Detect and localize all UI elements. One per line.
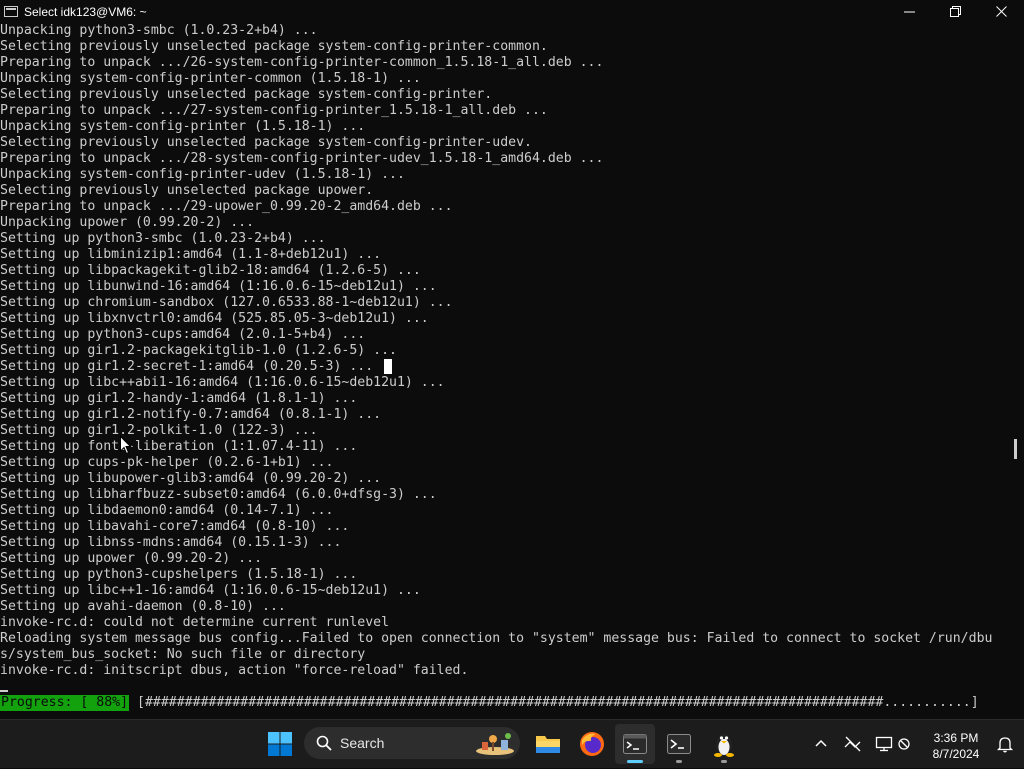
window-titlebar[interactable]: Select idk123@VM6: ~: [0, 0, 1024, 23]
maximize-icon: [949, 6, 961, 17]
terminal-line: Setting up libupower-glib3:amd64 (0.99.2…: [0, 471, 382, 486]
running-app-indicator: [676, 760, 682, 763]
terminal-line: Setting up gir1.2-handy-1:amd64 (1.8.1-1…: [0, 391, 358, 406]
taskbar: Search 3:36 PM 8/7/2024: [0, 719, 1024, 768]
taskbar-search[interactable]: Search: [304, 727, 520, 759]
terminal-lines: Unpacking python3-smbc (1.0.23-2+b4) ...…: [0, 23, 1008, 679]
firefox-icon: [580, 732, 604, 756]
system-clock[interactable]: 3:36 PM 8/7/2024: [928, 730, 984, 762]
text-cursor: [384, 359, 392, 374]
terminal-output[interactable]: Unpacking python3-smbc (1.0.23-2+b4) ...…: [0, 23, 1024, 719]
terminal-line: s/system_bus_socket: No such file or dir…: [0, 647, 366, 662]
clock-time: 3:36 PM: [933, 731, 979, 745]
powershell-icon: [667, 734, 691, 754]
terminal-line: Setting up python3-cupshelpers (1.5.18-1…: [0, 567, 358, 582]
clock-date: 8/7/2024: [932, 747, 980, 761]
terminal-line: Setting up libunwind-16:amd64 (1:16.0.6-…: [0, 279, 437, 294]
display-icon[interactable]: [875, 735, 893, 753]
terminal-line: Setting up libnss-mdns:amd64 (0.15.1-3) …: [0, 535, 342, 550]
terminal-line: Setting up libc++1-16:amd64 (1:16.0.6-15…: [0, 583, 421, 598]
taskbar-linux[interactable]: [704, 724, 744, 764]
terminal-line: Selecting previously unselected package …: [0, 183, 374, 198]
notification-bell-icon[interactable]: [996, 735, 1014, 753]
scrollbar-thumb[interactable]: [1014, 439, 1017, 459]
progress-label: Progress: [ 88%]: [0, 695, 130, 711]
terminal-line: Setting up libpackagekit-glib2-18:amd64 …: [0, 263, 421, 278]
terminal-line: Setting up gir1.2-packagekitglib-1.0 (1.…: [0, 343, 397, 358]
terminal-line: Preparing to unpack .../26-system-config…: [0, 55, 604, 70]
minimize-icon: [903, 11, 915, 13]
terminal-line: Setting up libxnvctrl0:amd64 (525.85.05-…: [0, 311, 429, 326]
terminal-line: Selecting previously unselected package …: [0, 135, 532, 150]
search-label: Search: [340, 735, 385, 751]
terminal-line: Setting up python3-cups:amd64 (2.0.1-5+b…: [0, 327, 366, 342]
terminal-line: Unpacking system-config-printer (1.5.18-…: [0, 119, 366, 134]
terminal-line: Setting up libc++abi1-16:amd64 (1:16.0.6…: [0, 375, 445, 390]
terminal-line: Setting up avahi-daemon (0.8-10) ...: [0, 599, 286, 614]
terminal-line: Setting up gir1.2-secret-1:amd64 (0.20.5…: [0, 359, 374, 374]
terminal-line: Reloading system message bus config...Fa…: [0, 631, 993, 646]
window-title: Select idk123@VM6: ~: [24, 4, 147, 19]
close-button[interactable]: [978, 0, 1024, 23]
terminal-app-icon: [4, 6, 18, 17]
terminal-line: Preparing to unpack .../27-system-config…: [0, 103, 548, 118]
taskbar-terminal[interactable]: [615, 724, 655, 764]
terminal-line: Setting up libharfbuzz-subset0:amd64 (6.…: [0, 487, 437, 502]
running-app-indicator: [721, 760, 727, 763]
network-off-icon[interactable]: [844, 735, 862, 753]
active-app-indicator: [627, 760, 643, 763]
progress-row: Progress: [ 88%] [######################…: [0, 695, 979, 711]
mouse-pointer-icon: [120, 436, 132, 455]
terminal-line: Setting up libavahi-core7:amd64 (0.8-10)…: [0, 519, 350, 534]
terminal-line: Selecting previously unselected package …: [0, 87, 493, 102]
terminal-line: Setting up python3-smbc (1.0.23-2+b4) ..…: [0, 231, 326, 246]
terminal-line: Unpacking system-config-printer-common (…: [0, 71, 421, 86]
taskbar-powershell[interactable]: [659, 724, 699, 764]
terminal-icon: [623, 734, 647, 754]
terminal-line: Setting up cups-pk-helper (0.2.6-1+b1) .…: [0, 455, 334, 470]
progress-cursor: [0, 690, 8, 692]
system-tray: 3:36 PM 8/7/2024: [800, 720, 1024, 769]
start-button[interactable]: [260, 724, 300, 764]
taskbar-file-explorer[interactable]: [528, 724, 568, 764]
search-icon: [316, 735, 332, 751]
terminal-line: Setting up chromium-sandbox (127.0.6533.…: [0, 295, 453, 310]
maximize-button[interactable]: [932, 0, 978, 23]
taskbar-firefox[interactable]: [572, 724, 612, 764]
progress-bar: [#######################################…: [137, 695, 979, 710]
linux-tux-icon: [714, 734, 734, 757]
terminal-line: Unpacking system-config-printer-udev (1.…: [0, 167, 405, 182]
minimize-button[interactable]: [886, 0, 932, 23]
terminal-line: Preparing to unpack .../29-upower_0.99.2…: [0, 199, 453, 214]
terminal-line: Setting up fonts-liberation (1:1.07.4-11…: [0, 439, 358, 454]
windows-start-icon: [268, 732, 292, 756]
close-icon: [995, 6, 1007, 17]
file-explorer-icon: [536, 736, 560, 753]
terminal-line: Preparing to unpack .../28-system-config…: [0, 151, 604, 166]
terminal-line: Unpacking upower (0.99.20-2) ...: [0, 215, 255, 230]
terminal-line: Setting up libdaemon0:amd64 (0.14-7.1) .…: [0, 503, 334, 518]
terminal-line: Setting up libminizip1:amd64 (1.1-8+deb1…: [0, 247, 382, 262]
search-highlight-icon: [476, 733, 514, 755]
terminal-line: Setting up upower (0.99.20-2) ...: [0, 551, 263, 566]
terminal-line: Setting up gir1.2-notify-0.7:amd64 (0.8.…: [0, 407, 382, 422]
chevron-up-icon[interactable]: [812, 735, 830, 753]
terminal-line: Selecting previously unselected package …: [0, 39, 548, 54]
terminal-line: Unpacking python3-smbc (1.0.23-2+b4) ...: [0, 23, 318, 38]
terminal-line: invoke-rc.d: could not determine current…: [0, 615, 390, 630]
settings-icon[interactable]: [895, 735, 913, 753]
terminal-line: invoke-rc.d: initscript dbus, action "fo…: [0, 663, 469, 678]
terminal-line: Setting up gir1.2-polkit-1.0 (122-3) ...: [0, 423, 318, 438]
